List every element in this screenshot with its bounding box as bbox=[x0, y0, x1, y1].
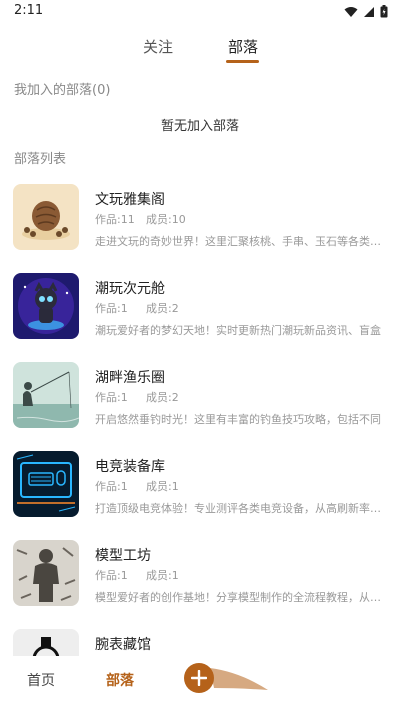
tribe-item[interactable]: 湖畔渔乐圈 作品:1 成员:2 开启悠然垂钓时光！这里有丰富的钓鱼技巧攻略，包括… bbox=[0, 362, 400, 451]
status-bar: 2:11 bbox=[0, 0, 400, 24]
tribe-members-count: 成员:2 bbox=[146, 302, 179, 315]
tribe-thumbnail bbox=[13, 540, 79, 606]
bottom-nav: 首页 部落 bbox=[0, 656, 400, 712]
nav-tribe[interactable]: 部落 bbox=[106, 670, 134, 690]
tribe-works-count: 作品:11 bbox=[95, 213, 135, 226]
tribe-members-count: 成员:10 bbox=[146, 213, 186, 226]
status-time: 2:11 bbox=[14, 3, 44, 18]
tribe-name: 电竞装备库 bbox=[95, 459, 165, 475]
tribe-description: 走进文玩的奇妙世界！这里汇聚核桃、手串、玉石等各类文玩 bbox=[95, 235, 385, 248]
plus-icon bbox=[191, 670, 207, 686]
tribe-description: 开启悠然垂钓时光！这里有丰富的钓鱼技巧攻略，包括不同 bbox=[95, 413, 381, 426]
tab-active-indicator bbox=[226, 60, 259, 63]
tribe-item[interactable]: 电竞装备库 作品:1 成员:1 打造顶级电竞体验！专业测评各类电竞设备，从高刷新… bbox=[0, 451, 400, 540]
tribe-works-count: 作品:1 bbox=[95, 302, 128, 315]
tribe-thumbnail bbox=[13, 184, 79, 250]
tribe-item[interactable]: 模型工坊 作品:1 成员:1 模型爱好者的创作基地！分享模型制作的全流程教程，从… bbox=[0, 540, 400, 629]
fab-swoosh-decoration bbox=[210, 668, 268, 690]
battery-icon bbox=[380, 5, 388, 18]
tribe-thumbnail bbox=[13, 362, 79, 428]
tribe-works-count: 作品:1 bbox=[95, 569, 128, 582]
tribe-stats: 作品:11 成员:10 bbox=[95, 211, 186, 227]
tribe-thumbnail bbox=[13, 273, 79, 339]
tribe-thumbnail bbox=[13, 451, 79, 517]
tribe-description: 潮玩爱好者的梦幻天地！实时更新热门潮玩新品资讯、盲盒 bbox=[95, 324, 381, 337]
wifi-icon bbox=[344, 6, 358, 17]
tribe-works-count: 作品:1 bbox=[95, 391, 128, 404]
tribe-members-count: 成员:1 bbox=[146, 569, 179, 582]
tribe-works-count: 作品:1 bbox=[95, 480, 128, 493]
tab-tribe[interactable]: 部落 bbox=[228, 36, 258, 57]
empty-joined-message: 暂无加入部落 bbox=[160, 119, 239, 134]
status-icons bbox=[344, 5, 388, 18]
tribe-stats: 作品:1 成员:1 bbox=[95, 478, 179, 494]
tribe-list: 文玩雅集阁 作品:11 成员:10 走进文玩的奇妙世界！这里汇聚核桃、手串、玉石… bbox=[0, 184, 400, 718]
tribe-stats: 作品:1 成员:2 bbox=[95, 300, 179, 316]
signal-icon bbox=[364, 6, 374, 17]
create-button[interactable] bbox=[184, 663, 214, 693]
tribe-description: 打造顶级电竞体验！专业测评各类电竞设备，从高刷新率显示 bbox=[95, 502, 385, 515]
tribe-description: 模型爱好者的创作基地！分享模型制作的全流程教程，从素材 bbox=[95, 591, 385, 604]
joined-section-title: 我加入的部落(0) bbox=[14, 83, 111, 98]
tab-follow[interactable]: 关注 bbox=[143, 36, 173, 57]
top-tabs: 关注 部落 bbox=[0, 36, 400, 66]
tribe-item[interactable]: 文玩雅集阁 作品:11 成员:10 走进文玩的奇妙世界！这里汇聚核桃、手串、玉石… bbox=[0, 184, 400, 273]
tribe-name: 湖畔渔乐圈 bbox=[95, 370, 165, 386]
nav-home[interactable]: 首页 bbox=[27, 670, 55, 690]
tribe-name: 模型工坊 bbox=[95, 548, 151, 564]
tribe-name: 潮玩次元舱 bbox=[95, 281, 165, 297]
tribe-name: 腕表藏馆 bbox=[95, 637, 151, 653]
tribe-name: 文玩雅集阁 bbox=[95, 192, 165, 208]
tribe-stats: 作品:1 成员:2 bbox=[95, 389, 179, 405]
tribe-members-count: 成员:1 bbox=[146, 480, 179, 493]
tribe-item[interactable]: 潮玩次元舱 作品:1 成员:2 潮玩爱好者的梦幻天地！实时更新热门潮玩新品资讯、… bbox=[0, 273, 400, 362]
tribe-members-count: 成员:2 bbox=[146, 391, 179, 404]
tribe-list-title: 部落列表 bbox=[14, 152, 67, 167]
tribe-stats: 作品:1 成员:1 bbox=[95, 567, 179, 583]
